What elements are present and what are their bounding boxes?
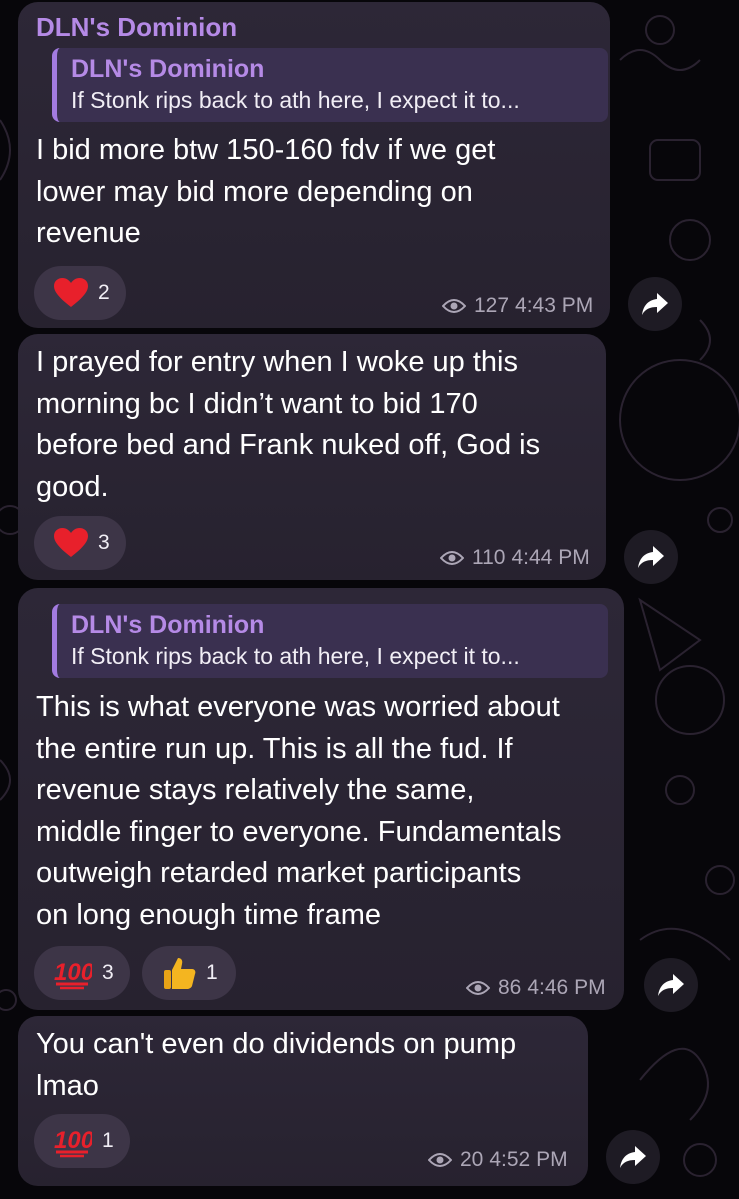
reply-preview[interactable]: DLN's Dominion If Stonk rips back to ath…: [52, 604, 608, 678]
message-text: I prayed for entry when I woke up this m…: [36, 346, 541, 503]
reaction-heart[interactable]: 2: [34, 266, 126, 320]
reply-sender: DLN's Dominion: [71, 611, 265, 639]
views-eye-icon: [466, 980, 490, 996]
message-text: You can't even do dividends on pump lmao: [36, 1028, 517, 1102]
heart-icon: [54, 528, 88, 558]
hundred-points-icon: 100: [54, 956, 92, 990]
message-time: 4:52 PM: [489, 1148, 568, 1171]
message-time: 4:46 PM: [527, 976, 606, 999]
share-arrow-icon: [642, 293, 668, 315]
forward-button[interactable]: [628, 277, 682, 331]
heart-icon: [54, 278, 88, 308]
reaction-count: 3: [102, 961, 114, 984]
reaction-hundred[interactable]: 100 1: [34, 1114, 130, 1168]
reply-sender: DLN's Dominion: [71, 55, 265, 83]
message-meta: 127 4:43 PM: [442, 294, 593, 318]
reaction-count: 3: [98, 531, 110, 554]
reply-preview[interactable]: DLN's Dominion If Stonk rips back to ath…: [52, 48, 608, 122]
reply-text: If Stonk rips back to ath here, I expect…: [71, 643, 520, 669]
svg-text:100: 100: [54, 959, 92, 986]
reaction-count: 2: [98, 281, 110, 304]
message-bubble[interactable]: You can't even do dividends on pump lmao…: [18, 1016, 588, 1186]
reaction-count: 1: [206, 961, 218, 984]
views-eye-icon: [428, 1152, 452, 1168]
view-count: 110: [472, 546, 506, 569]
hundred-points-icon: 100: [54, 1124, 92, 1158]
message-text: I bid more btw 150-160 fdv if we get low…: [36, 134, 496, 249]
message-text: This is what everyone was worried about …: [36, 691, 562, 931]
message-meta: 110 4:44 PM: [440, 546, 590, 570]
views-eye-icon: [440, 550, 464, 566]
thumbs-up-icon: [162, 956, 196, 990]
message-time: 4:44 PM: [511, 546, 590, 569]
reply-text: If Stonk rips back to ath here, I expect…: [71, 87, 520, 113]
message-bubble[interactable]: DLN's Dominion DLN's Dominion If Stonk r…: [18, 2, 610, 328]
share-arrow-icon: [620, 1146, 646, 1168]
reaction-thumbs-up[interactable]: 1: [142, 946, 236, 1000]
message-meta: 20 4:52 PM: [428, 1148, 568, 1172]
message-bubble[interactable]: DLN's Dominion If Stonk rips back to ath…: [18, 588, 624, 1010]
reaction-heart[interactable]: 3: [34, 516, 126, 570]
share-arrow-icon: [658, 974, 684, 996]
message-meta: 86 4:46 PM: [466, 976, 606, 1000]
message-bubble[interactable]: I prayed for entry when I woke up this m…: [18, 334, 606, 580]
view-count: 20: [460, 1148, 484, 1171]
forward-button[interactable]: [606, 1130, 660, 1184]
forward-button[interactable]: [624, 530, 678, 584]
reaction-hundred[interactable]: 100 3: [34, 946, 130, 1000]
share-arrow-icon: [638, 546, 664, 568]
view-count: 127: [474, 294, 510, 317]
svg-text:100: 100: [54, 1127, 92, 1154]
views-eye-icon: [442, 298, 466, 314]
forward-button[interactable]: [644, 958, 698, 1012]
sender-name[interactable]: DLN's Dominion: [36, 12, 237, 43]
message-time: 4:43 PM: [515, 294, 594, 317]
reaction-count: 1: [102, 1129, 114, 1152]
view-count: 86: [498, 976, 522, 999]
